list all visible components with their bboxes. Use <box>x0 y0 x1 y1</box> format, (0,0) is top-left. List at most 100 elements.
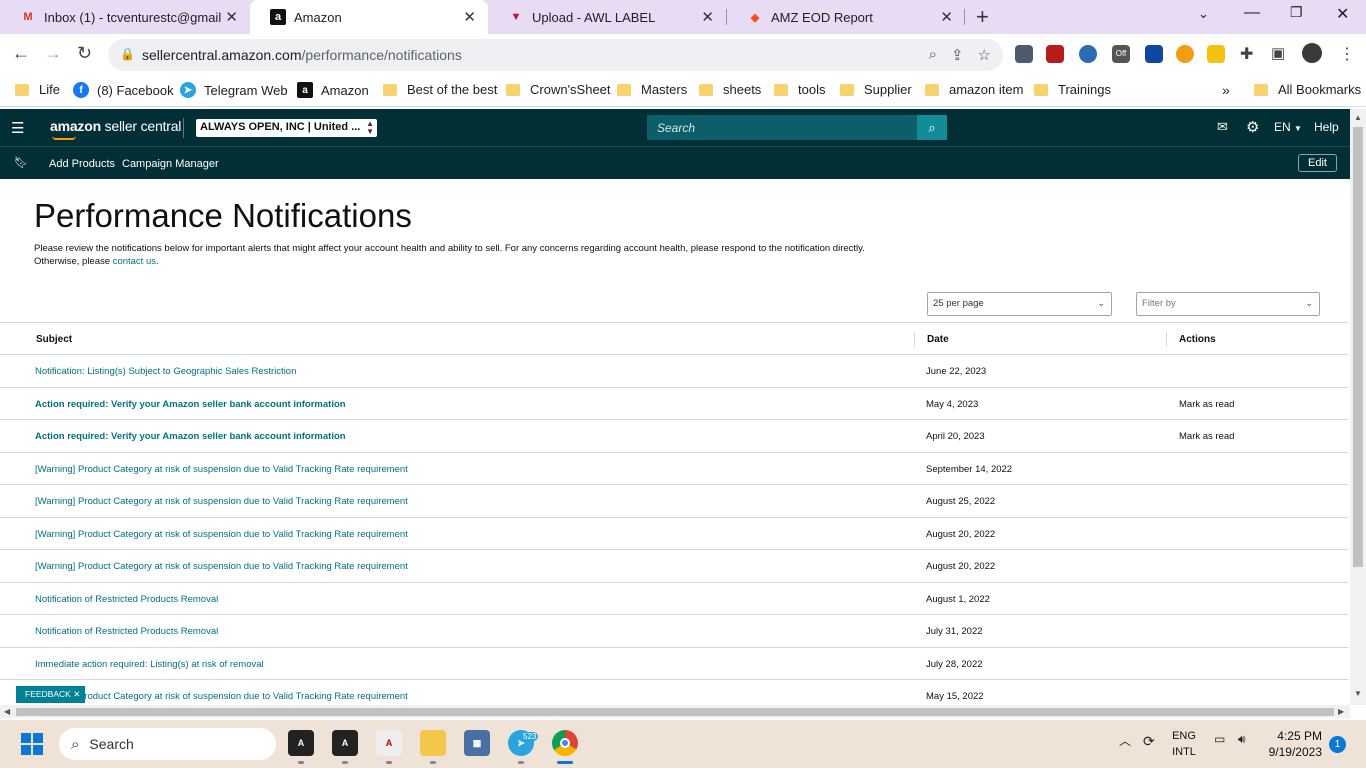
horizontal-scrollbar[interactable]: ◀ ▶ <box>0 705 1350 718</box>
close-icon[interactable]: ✕ <box>463 8 476 26</box>
hamburger-menu-icon[interactable]: ☰ <box>11 119 24 137</box>
account-switcher[interactable]: ALWAYS OPEN, INC | United ... ▲ ▼ <box>196 119 377 137</box>
extension-icon[interactable] <box>1145 45 1163 63</box>
feedback-button[interactable]: FEEDBACK ✕ <box>16 686 85 703</box>
back-arrow-icon[interactable]: ← <box>12 43 30 64</box>
notification-subject-link[interactable]: [Warning] Product Category at risk of su… <box>35 561 408 572</box>
tab-upload[interactable]: ▼ Upload - AWL LABEL ✕ <box>488 0 726 34</box>
notification-subject-link[interactable]: [Warning] Product Category at risk of su… <box>35 529 408 540</box>
file-explorer-icon[interactable] <box>420 730 446 756</box>
seller-central-logo[interactable]: amazon seller central <box>50 118 181 134</box>
puzzle-icon[interactable]: ✚ <box>1240 44 1253 64</box>
filter-select[interactable]: Filter by ⌄ <box>1136 292 1320 316</box>
bookmark-best[interactable]: Best of the best <box>383 82 497 97</box>
bookmark-telegram[interactable]: ➤ Telegram Web <box>180 82 288 98</box>
notification-subject-link[interactable]: Notification of Restricted Products Remo… <box>35 594 218 605</box>
tab-search-chevron-icon[interactable]: ⌄ <box>1198 6 1209 22</box>
kebab-menu-icon[interactable]: ⋮ <box>1339 44 1355 64</box>
side-panel-icon[interactable]: ▣ <box>1271 44 1285 62</box>
search-button[interactable]: ⌕ <box>917 115 947 140</box>
bookmark-crowns-sheet[interactable]: Crown'sSheet <box>506 82 611 97</box>
bookmarks-overflow-chevron-icon[interactable]: » <box>1222 82 1230 98</box>
forward-arrow-icon[interactable]: → <box>44 43 62 64</box>
address-bar[interactable]: 🔒 sellercentral.amazon.com/performance/n… <box>108 39 1003 71</box>
notification-subject-link[interactable]: [Warning] Product Category at risk of su… <box>35 496 408 507</box>
notification-subject-link[interactable]: Notification: Listing(s) Subject to Geog… <box>35 366 296 377</box>
mark-as-read-link[interactable]: Mark as read <box>1179 431 1234 442</box>
all-bookmarks[interactable]: All Bookmarks <box>1254 82 1361 97</box>
gear-icon[interactable]: ⚙ <box>1246 118 1259 136</box>
bookmark-masters[interactable]: Masters <box>617 82 687 97</box>
volume-icon[interactable]: 🔊︎ <box>1238 732 1246 747</box>
sync-icon[interactable]: ⟳ <box>1143 733 1155 750</box>
scroll-right-icon[interactable]: ▶ <box>1338 707 1344 716</box>
close-icon[interactable]: ✕ <box>940 8 953 26</box>
language-selector[interactable]: EN ▼ <box>1274 120 1302 134</box>
mail-icon[interactable]: ✉ <box>1217 119 1228 135</box>
contact-us-link[interactable]: contact us <box>113 256 156 267</box>
nav-add-products[interactable]: Add Products <box>49 158 115 170</box>
extension-off-icon[interactable]: Off <box>1112 45 1130 63</box>
edit-nav-button[interactable]: Edit <box>1298 154 1337 172</box>
notification-subject-link[interactable]: [Warning] Product Category at risk of su… <box>35 691 408 702</box>
bookmark-life[interactable]: Life <box>15 82 60 97</box>
chrome-icon[interactable] <box>552 730 578 756</box>
avatar[interactable] <box>1302 43 1322 63</box>
extension-icon[interactable] <box>1176 45 1194 63</box>
bookmark-supplier[interactable]: Supplier <box>840 82 912 97</box>
notification-subject-link[interactable]: Action required: Verify your Amazon sell… <box>35 399 346 410</box>
reload-icon[interactable]: ↻ <box>77 43 92 64</box>
bookmark-tools[interactable]: tools <box>774 82 825 97</box>
tab-amazon[interactable]: a Amazon ✕ <box>250 0 488 34</box>
header-subject[interactable]: Subject <box>36 334 72 345</box>
extension-icon[interactable] <box>1046 45 1064 63</box>
display-icon[interactable]: ▭ <box>1214 732 1225 746</box>
bookmark-trainings[interactable]: Trainings <box>1034 82 1111 97</box>
close-icon[interactable]: ✕ <box>73 689 80 699</box>
notification-badge[interactable]: 1 <box>1329 736 1346 753</box>
restore-icon[interactable]: ❐ <box>1290 4 1303 21</box>
close-icon[interactable]: ✕ <box>225 8 238 26</box>
taskbar-search[interactable]: ⌕ Search <box>59 728 276 760</box>
tray-overflow-chevron-icon[interactable]: ︿ <box>1119 732 1131 749</box>
app-icon[interactable]: A <box>376 730 402 756</box>
app-icon[interactable]: A <box>288 730 314 756</box>
column-divider[interactable] <box>914 332 915 347</box>
scrollbar-thumb[interactable] <box>16 708 1334 716</box>
bookmark-amazon[interactable]: a Amazon <box>297 82 369 98</box>
zoom-icon[interactable]: ⌕ <box>929 46 937 64</box>
scroll-down-icon[interactable]: ▼ <box>1354 689 1362 698</box>
bookmark-icon[interactable]: 🔖︎ <box>14 156 28 169</box>
notification-subject-link[interactable]: Notification of Restricted Products Remo… <box>35 626 218 637</box>
bookmark-facebook[interactable]: f (8) Facebook <box>73 82 174 98</box>
extension-icon[interactable] <box>1015 45 1033 63</box>
language-indicator[interactable]: ENG INTL <box>1168 728 1200 760</box>
bookmark-sheets[interactable]: sheets <box>699 82 761 97</box>
search-input[interactable]: Search <box>647 115 917 140</box>
extension-icon[interactable] <box>1079 45 1097 63</box>
help-link[interactable]: Help <box>1314 120 1339 134</box>
tab-gmail[interactable]: M Inbox (1) - tcventurestc@gmail.com ✕ <box>0 0 250 34</box>
new-tab-plus-icon[interactable]: + <box>976 4 989 30</box>
close-icon[interactable]: ✕ <box>701 8 714 26</box>
notification-subject-link[interactable]: [Warning] Product Category at risk of su… <box>35 464 408 475</box>
nav-campaign-manager[interactable]: Campaign Manager <box>122 158 219 170</box>
share-icon[interactable]: ⇪ <box>951 46 964 64</box>
notification-subject-link[interactable]: Immediate action required: Listing(s) at… <box>35 659 264 670</box>
extension-icon[interactable] <box>1207 45 1225 63</box>
star-icon[interactable]: ☆ <box>978 46 991 64</box>
header-date[interactable]: Date <box>927 334 949 345</box>
mark-as-read-link[interactable]: Mark as read <box>1179 399 1234 410</box>
vertical-scrollbar[interactable]: ▲ ▼ <box>1350 109 1366 705</box>
windows-start-icon[interactable] <box>21 733 43 755</box>
scrollbar-thumb[interactable] <box>1353 127 1363 567</box>
calculator-icon[interactable]: ▦ <box>464 730 490 756</box>
column-divider[interactable] <box>1166 332 1167 347</box>
scroll-up-icon[interactable]: ▲ <box>1354 113 1362 122</box>
scroll-left-icon[interactable]: ◀ <box>4 707 10 716</box>
window-close-icon[interactable]: ✕ <box>1336 4 1349 24</box>
tab-eod-report[interactable]: ◆ AMZ EOD Report ✕ <box>727 0 965 34</box>
notification-subject-link[interactable]: Action required: Verify your Amazon sell… <box>35 431 346 442</box>
minimize-icon[interactable]: — <box>1244 4 1260 22</box>
bookmark-amazon-item[interactable]: amazon item <box>925 82 1023 97</box>
